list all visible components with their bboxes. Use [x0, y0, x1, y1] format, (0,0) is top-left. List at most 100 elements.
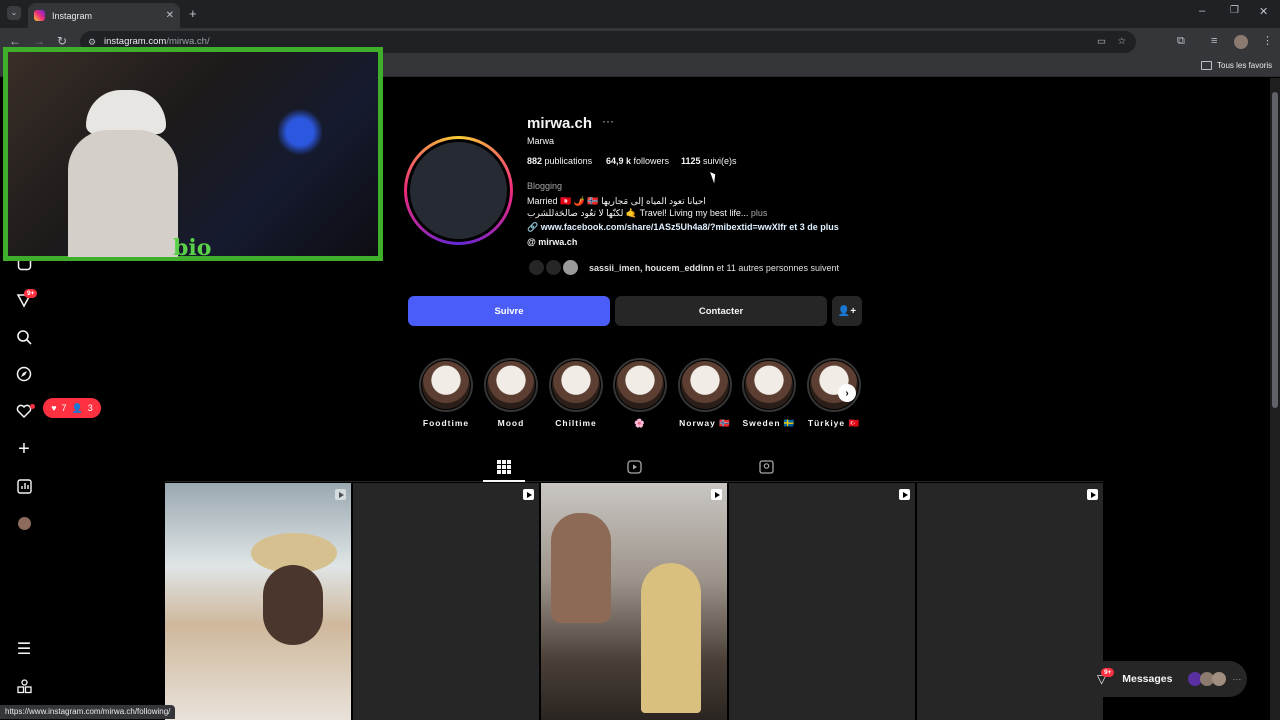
media-controls-icon[interactable]: ≡: [1211, 35, 1217, 47]
reel-icon: [1087, 489, 1098, 500]
streamer-cap: [86, 90, 166, 134]
restore-icon[interactable]: ❐: [1230, 5, 1239, 16]
bio-line-2-text: لكنّها لا تعُود صالحَةللشرب 🤙 Travel! Li…: [527, 208, 749, 218]
scrollbar-thumb[interactable]: [1272, 92, 1278, 408]
search-icon[interactable]: [14, 327, 34, 347]
tab-search-icon[interactable]: ⌄: [7, 6, 21, 20]
url-host: instagram.com: [104, 36, 167, 47]
profile-options-icon[interactable]: ···: [602, 114, 614, 128]
highlight-cover: [616, 361, 664, 409]
highlight-item[interactable]: Chiltime: [548, 358, 604, 428]
messages-drawer[interactable]: ▽ Messages ···: [1085, 661, 1247, 697]
likes-count: 7: [61, 403, 67, 413]
highlight-ring: [678, 358, 732, 412]
highlight-item[interactable]: Sweden 🇸🇪: [741, 358, 797, 429]
bio-link[interactable]: 🔗 www.facebook.com/share/1ASz5Uh4a8/?mib…: [527, 222, 839, 233]
tab-reels-icon[interactable]: [627, 460, 642, 479]
tab-posts-grid-icon[interactable]: [497, 460, 511, 479]
post-tile-4[interactable]: [729, 483, 915, 720]
following-stat[interactable]: 1125 suivi(e)s: [681, 156, 737, 166]
more-menu-icon[interactable]: ☰: [14, 639, 34, 659]
reload-icon[interactable]: ↻: [57, 34, 67, 48]
window-close-icon[interactable]: ✕: [1259, 5, 1268, 18]
follower-user-icon: 👤: [71, 402, 83, 413]
threads-link[interactable]: @ mirwa.ch: [527, 237, 577, 247]
highlight-cover: [745, 361, 793, 409]
followers-stat[interactable]: 64,9 k followers: [606, 156, 669, 166]
highlight-item[interactable]: 🌸: [612, 358, 668, 429]
highlight-ring: [742, 358, 796, 412]
followed-by-rest: et 11 autres personnes suivent: [714, 263, 839, 273]
highlight-ring: [807, 358, 861, 412]
notification-pill[interactable]: ♥ 7 👤 3: [43, 398, 101, 418]
highlight-label: Norway 🇳🇴: [679, 418, 731, 428]
overlay-logo: bio: [173, 235, 212, 261]
highlight-label: Sweden 🇸🇪: [742, 418, 796, 428]
threads-handle: mirwa.ch: [538, 237, 578, 247]
url-path: /mirwa.ch/: [166, 36, 210, 47]
highlights-next-icon[interactable]: ›: [838, 384, 856, 402]
post-3-man: [551, 513, 611, 623]
create-plus-icon[interactable]: +: [14, 438, 34, 460]
profile-avatar-icon[interactable]: [1234, 35, 1248, 49]
link-icon: 🔗: [527, 222, 539, 232]
chrome-menu-icon[interactable]: ⋮: [1262, 34, 1273, 47]
instagram-favicon-icon: [34, 10, 45, 21]
post-1-hair: [263, 565, 323, 645]
dashboard-icon[interactable]: [14, 476, 34, 496]
bio-link-text: www.facebook.com/share/1ASz5Uh4a8/?mibex…: [540, 222, 839, 232]
profile-avatar: [410, 142, 507, 239]
extensions-icon[interactable]: ⧉: [1177, 35, 1185, 48]
profile-nav-avatar[interactable]: [18, 517, 31, 530]
highlight-item[interactable]: Norway 🇳🇴: [677, 358, 733, 429]
reel-icon: [523, 489, 534, 500]
posts-count: 882: [527, 156, 543, 166]
active-tab-indicator: [483, 480, 525, 482]
followed-by-text[interactable]: sassii_imen, houcem_eddinn et 11 autres …: [589, 263, 839, 273]
like-heart-icon: ♥: [51, 403, 57, 413]
back-icon[interactable]: ←: [9, 34, 21, 48]
follow-button[interactable]: Suivre: [408, 296, 610, 326]
page-scrollbar[interactable]: [1270, 78, 1280, 720]
highlight-item[interactable]: Foodtime: [418, 358, 474, 428]
post-tile-2[interactable]: [353, 483, 539, 720]
minimize-icon[interactable]: –: [1199, 5, 1205, 17]
bio-more-link[interactable]: plus: [751, 208, 768, 218]
tab-tagged-icon[interactable]: [759, 460, 774, 479]
tab-instagram[interactable]: Instagram ✕: [28, 3, 180, 28]
explore-compass-icon[interactable]: [14, 364, 34, 384]
follows-count: 3: [87, 403, 93, 413]
suggested-users-icon[interactable]: 👤+: [832, 296, 862, 326]
status-url: https://www.instagram.com/mirwa.ch/follo…: [0, 705, 176, 719]
forward-icon[interactable]: →: [33, 34, 45, 48]
all-bookmarks-label[interactable]: Tous les favoris: [1217, 61, 1272, 70]
threads-icon: @: [527, 237, 536, 247]
reel-icon: [711, 489, 722, 500]
profile-avatar-ring[interactable]: [404, 136, 513, 245]
highlight-label: Mood: [497, 418, 525, 428]
followed-by-avatars[interactable]: [527, 257, 587, 279]
posts-label: publications: [544, 156, 593, 166]
following-label: suivi(e)s: [703, 156, 737, 166]
highlight-cover: [487, 361, 535, 409]
messages-label: Messages: [1122, 673, 1173, 685]
bookmark-star-icon[interactable]: ☆: [1117, 31, 1126, 53]
new-tab-icon[interactable]: +: [189, 6, 197, 21]
highlight-ring: [613, 358, 667, 412]
webcam-overlay: bio: [3, 47, 383, 261]
tab-close-icon[interactable]: ✕: [166, 10, 174, 21]
also-from-meta-icon[interactable]: [14, 676, 34, 696]
highlight-cover: [422, 361, 470, 409]
contact-button[interactable]: Contacter: [615, 296, 827, 326]
bio-line-1: Married 🇹🇳 🌶️ 🇳🇴 احيانا تعود المياه إلى …: [527, 196, 706, 206]
highlight-label: Foodtime: [422, 418, 470, 428]
post-tile-5[interactable]: [917, 483, 1103, 720]
followers-count: 64,9 k: [606, 156, 632, 166]
highlight-item[interactable]: Mood: [483, 358, 539, 428]
browser-tab-bar: ⌄ Instagram ✕ + – ❐ ✕: [0, 0, 1280, 28]
nav-messages-badge: 9+: [24, 289, 38, 298]
cast-icon[interactable]: ▭: [1097, 31, 1106, 53]
post-tile-1[interactable]: [165, 483, 351, 720]
reel-icon: [899, 489, 910, 500]
post-tile-3[interactable]: [541, 483, 727, 720]
